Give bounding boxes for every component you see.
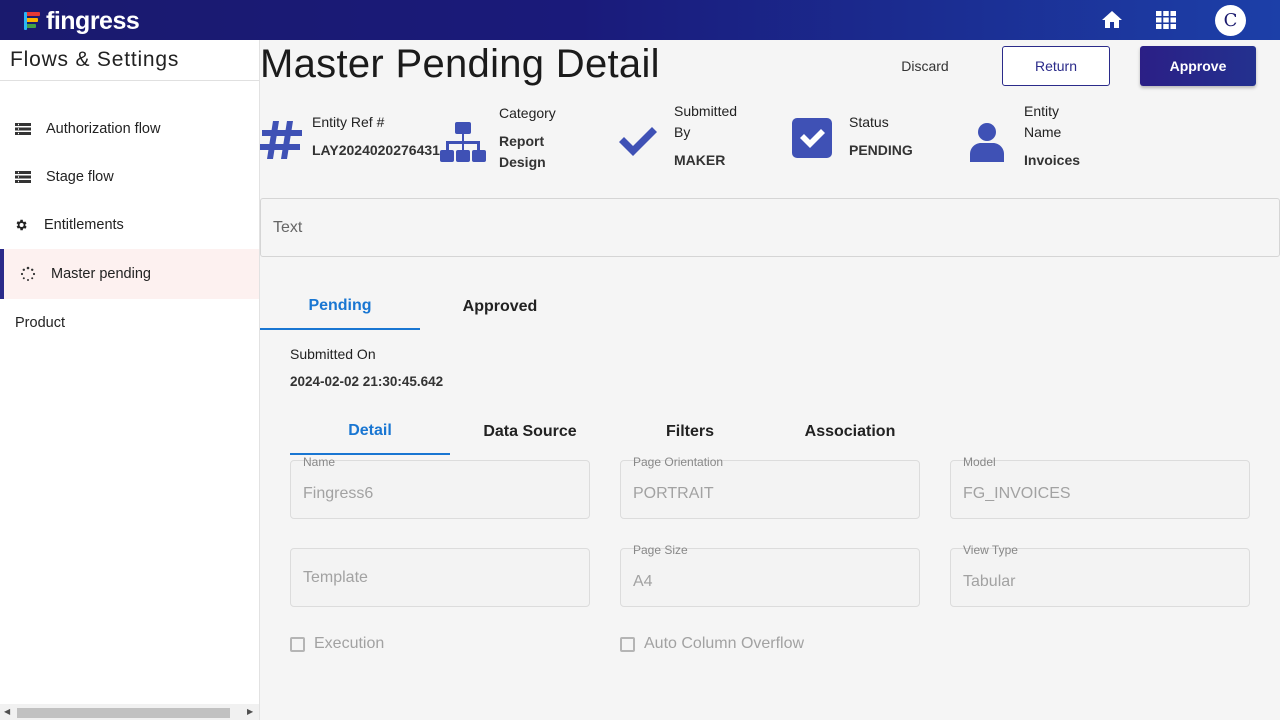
auto-column-overflow-checkbox[interactable]: Auto Column Overflow: [620, 635, 804, 653]
gear-icon: [12, 216, 30, 234]
checkbox-checked-icon: [792, 118, 832, 158]
checkbox-unchecked-icon: [620, 636, 635, 652]
view-type-label: View Type: [963, 543, 1018, 557]
sitemap-icon: [440, 122, 486, 162]
sidebar-item-product[interactable]: Product: [0, 299, 259, 347]
top-bar: fingress C: [0, 0, 1280, 40]
sidebar-item-entitlements[interactable]: Entitlements: [0, 201, 259, 249]
status-label: Status: [849, 114, 889, 130]
sidebar-item-label: Master pending: [51, 266, 151, 282]
sidebar-item-label: Product: [15, 315, 65, 331]
scroll-left-arrow-icon[interactable]: ◀: [4, 707, 10, 716]
page-size-field[interactable]: Page Size A4: [620, 543, 920, 607]
tab-data-source[interactable]: Data Source: [450, 409, 610, 455]
return-button[interactable]: Return: [1002, 46, 1110, 86]
spinner-icon: [19, 265, 37, 283]
entity-name-label-line2: Name: [1024, 124, 1062, 140]
model-field[interactable]: Model FG_INVOICES: [950, 455, 1250, 519]
template-field[interactable]: Template: [290, 548, 590, 607]
list-icon: [14, 168, 32, 186]
template-placeholder: Template: [303, 569, 368, 586]
category-value-line1: Report: [499, 133, 545, 149]
tab-approved[interactable]: Approved: [420, 284, 580, 330]
sidebar-item-label: Stage flow: [46, 169, 114, 185]
view-type-field[interactable]: View Type Tabular: [950, 543, 1250, 607]
page-orientation-field[interactable]: Page Orientation PORTRAIT: [620, 455, 920, 519]
logo-text: fingress: [46, 7, 140, 35]
entity-ref-value: LAY2024020276431: [312, 142, 440, 158]
sidebar-item-label: Authorization flow: [46, 121, 161, 137]
sidebar-title: Flows & Settings: [0, 40, 259, 81]
page-orientation-value: PORTRAIT: [633, 485, 714, 502]
model-field-label: Model: [963, 455, 996, 469]
category-label: Category: [499, 105, 556, 121]
entity-name-label-line1: Entity: [1024, 103, 1060, 119]
tab-association[interactable]: Association: [770, 409, 930, 455]
sidebar-item-authorization-flow[interactable]: Authorization flow: [0, 105, 259, 153]
fingress-logo[interactable]: fingress: [24, 7, 140, 35]
submitted-by-value: MAKER: [674, 152, 726, 168]
page-size-label: Page Size: [633, 543, 688, 557]
auto-column-overflow-label: Auto Column Overflow: [644, 635, 805, 652]
user-icon: [970, 123, 1004, 162]
list-icon: [14, 120, 32, 138]
page-size-value: A4: [633, 573, 653, 590]
name-field-label: Name: [303, 455, 336, 469]
text-input[interactable]: Text: [260, 198, 1280, 257]
sidebar-item-master-pending[interactable]: Master pending: [0, 249, 259, 299]
submitted-by-label-line1: Submitted: [674, 103, 738, 119]
scrollbar-thumb[interactable]: [17, 708, 230, 718]
user-avatar[interactable]: C: [1215, 5, 1246, 36]
submitted-on-label: Submitted On: [290, 346, 376, 362]
sidebar-item-stage-flow[interactable]: Stage flow: [0, 153, 259, 201]
execution-label: Execution: [314, 635, 385, 652]
sidebar: Flows & Settings Authorization flow Stag…: [0, 40, 260, 720]
tab-pending[interactable]: Pending: [260, 284, 420, 330]
status-value: PENDING: [849, 142, 913, 158]
tab-detail[interactable]: Detail: [290, 409, 450, 455]
category-value-line2: Design: [499, 154, 546, 170]
submitted-on-value: 2024-02-02 21:30:45.642: [290, 374, 444, 389]
page-orientation-label: Page Orientation: [633, 455, 724, 469]
text-input-placeholder: Text: [273, 218, 303, 236]
home-icon[interactable]: [1100, 8, 1124, 32]
sidebar-horizontal-scrollbar[interactable]: ◀ ▶: [0, 704, 259, 720]
hashtag-icon: [260, 121, 302, 159]
discard-button[interactable]: Discard: [885, 46, 965, 86]
page-title: Master Pending Detail: [260, 42, 660, 86]
checkmark-icon: [619, 127, 657, 156]
scroll-right-arrow-icon[interactable]: ▶: [247, 707, 253, 716]
apps-grid-icon[interactable]: [1154, 8, 1178, 32]
approve-button[interactable]: Approve: [1140, 46, 1256, 86]
entity-ref-label: Entity Ref #: [312, 114, 385, 130]
submitted-by-label-line2: By: [674, 124, 691, 140]
tab-filters[interactable]: Filters: [610, 409, 770, 455]
execution-checkbox[interactable]: Execution: [290, 635, 384, 653]
checkbox-unchecked-icon: [290, 636, 305, 652]
model-field-value: FG_INVOICES: [963, 485, 1071, 502]
name-field[interactable]: Name Fingress6: [290, 455, 590, 519]
sidebar-item-label: Entitlements: [44, 217, 124, 233]
logo-icon: [24, 12, 40, 30]
view-type-value: Tabular: [963, 573, 1016, 590]
name-field-value: Fingress6: [303, 485, 374, 502]
entity-name-value: Invoices: [1024, 152, 1081, 168]
